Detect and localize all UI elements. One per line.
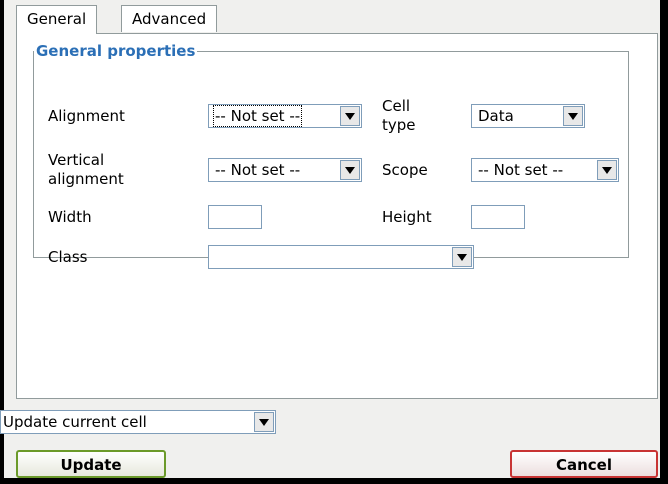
vertical-alignment-select[interactable]: -- Not set -- bbox=[208, 158, 362, 182]
vertical-alignment-label-line2: alignment bbox=[48, 170, 124, 188]
update-button[interactable]: Update bbox=[16, 450, 166, 478]
apply-scope-value: Update current cell bbox=[3, 413, 147, 431]
chevron-down-icon[interactable] bbox=[254, 412, 274, 432]
general-properties-group: General properties Alignment -- Not set … bbox=[33, 42, 629, 269]
chevron-down-icon[interactable] bbox=[340, 160, 360, 180]
height-label: Height bbox=[382, 208, 432, 226]
scope-label: Scope bbox=[382, 161, 428, 179]
scope-value: -- Not set -- bbox=[478, 161, 564, 179]
cell-type-label-line2: type bbox=[382, 116, 416, 134]
cancel-button[interactable]: Cancel bbox=[510, 450, 658, 478]
chevron-down-icon[interactable] bbox=[340, 106, 360, 126]
chevron-down-icon[interactable] bbox=[597, 160, 617, 180]
tab-general[interactable]: General bbox=[16, 5, 98, 34]
general-properties-legend: General properties bbox=[36, 42, 196, 60]
apply-scope-select[interactable]: Update current cell bbox=[0, 410, 276, 434]
vertical-alignment-value: -- Not set -- bbox=[215, 161, 301, 179]
alignment-label: Alignment bbox=[48, 107, 125, 125]
height-input[interactable] bbox=[471, 205, 525, 229]
cell-type-label-line1: Cell bbox=[382, 97, 411, 115]
alignment-value: -- Not set -- bbox=[212, 105, 303, 127]
cell-type-select[interactable]: Data bbox=[471, 104, 585, 128]
vertical-alignment-label-line1: Vertical bbox=[48, 151, 105, 169]
window-frame-bottom bbox=[0, 478, 668, 484]
scope-select[interactable]: -- Not set -- bbox=[471, 158, 619, 182]
width-label: Width bbox=[48, 208, 92, 226]
class-label: Class bbox=[48, 248, 88, 266]
window-frame-right bbox=[660, 0, 668, 484]
chevron-down-icon[interactable] bbox=[563, 106, 583, 126]
cell-type-value: Data bbox=[478, 107, 514, 125]
class-select[interactable] bbox=[208, 245, 474, 269]
alignment-select[interactable]: -- Not set -- bbox=[208, 104, 362, 128]
tab-panel-general: General properties Alignment -- Not set … bbox=[16, 33, 658, 399]
width-input[interactable] bbox=[208, 205, 262, 229]
tab-advanced[interactable]: Advanced bbox=[121, 5, 218, 32]
chevron-down-icon[interactable] bbox=[452, 247, 472, 267]
